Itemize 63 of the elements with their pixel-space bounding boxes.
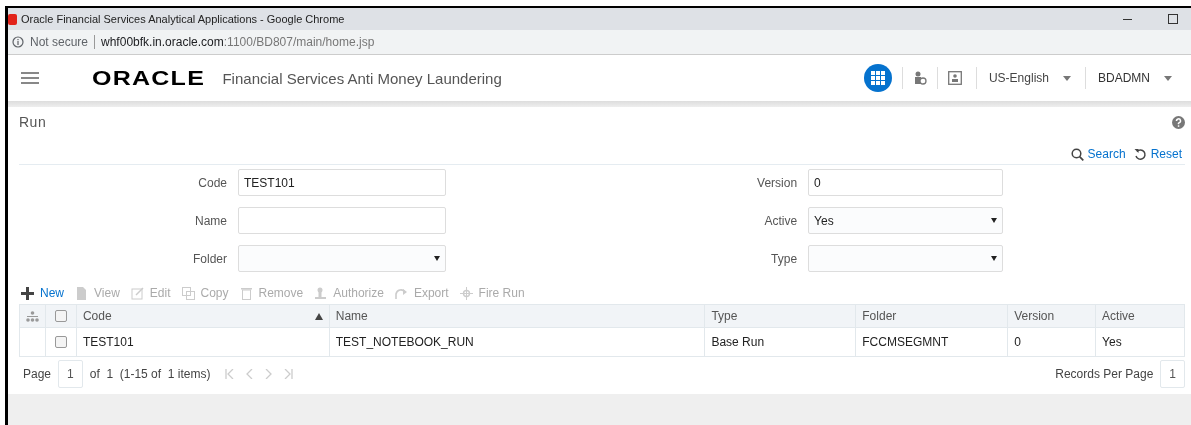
new-icon	[21, 286, 34, 300]
search-icon	[1070, 147, 1084, 161]
table-cell: TEST_NOTEBOOK_RUN	[329, 328, 706, 356]
last-page-icon[interactable]	[284, 369, 294, 379]
table-cell: Base Run	[705, 328, 857, 356]
export-icon	[394, 286, 408, 300]
next-page-icon[interactable]	[265, 369, 273, 379]
page-summary: of 1 (1-15 of 1 items)	[89, 367, 211, 381]
column-header[interactable]: Folder	[856, 305, 1009, 327]
remove-icon	[239, 286, 253, 300]
field-label: Type	[770, 251, 798, 266]
language-dropdown[interactable]: US-English	[988, 71, 1071, 85]
field-label: Version	[756, 175, 798, 190]
page-title: Run	[19, 114, 47, 130]
select-all-checkbox[interactable]	[54, 310, 67, 322]
table-cell: 0	[1008, 328, 1097, 356]
field-label: Folder	[192, 251, 227, 266]
table-cell: FCCMSEGMNT	[856, 328, 1009, 356]
app-grid-icon[interactable]	[863, 64, 892, 92]
select-field[interactable]: Yes	[808, 207, 1003, 234]
table-cell-text: Yes	[1101, 334, 1123, 351]
records-per-page-label: Records Per Page	[1055, 367, 1154, 381]
copy-icon	[181, 286, 195, 300]
select-field[interactable]	[238, 245, 446, 272]
reset-icon	[1133, 147, 1147, 161]
info-icon	[12, 36, 24, 48]
records-per-page-field[interactable]: 1	[1160, 360, 1185, 388]
page-label: Page	[23, 367, 52, 381]
row-checkbox[interactable]	[54, 336, 67, 348]
column-header[interactable]: Name	[329, 305, 706, 327]
authorize-icon	[314, 286, 328, 300]
column-header[interactable]: Type	[705, 305, 857, 327]
field-label: Name	[194, 213, 227, 228]
new-button[interactable]: New	[21, 286, 64, 300]
view-icon	[75, 286, 88, 300]
column-header[interactable]: Active	[1096, 305, 1185, 327]
browser-favicon-icon	[8, 13, 17, 25]
select-field[interactable]	[808, 245, 1003, 272]
user-settings-icon[interactable]	[912, 71, 927, 85]
address-bar[interactable]: whf00bfk.in.oracle.com:1100/BD807/main/home.jsp	[101, 35, 375, 49]
security-label: Not secure	[30, 35, 89, 49]
previous-page-icon[interactable]	[246, 369, 254, 379]
product-title: Financial Services Anti Money Laundering	[222, 69, 502, 87]
oracle-logo: ORACLE	[92, 66, 206, 90]
table-cell: TEST101	[76, 328, 330, 356]
search-link[interactable]: Search	[1070, 147, 1126, 161]
column-header[interactable]: Code	[76, 305, 330, 327]
help-icon[interactable]	[1172, 115, 1185, 129]
window-title: Oracle Financial Services Analytical Applications - Google Chrome	[21, 13, 345, 25]
field-label: Active	[763, 213, 798, 228]
page-number-field[interactable]: 1	[58, 360, 83, 388]
reset-link[interactable]: Reset	[1133, 147, 1182, 161]
user-menu[interactable]: BDADMN	[1098, 71, 1172, 85]
text-field[interactable]: TEST101	[238, 169, 446, 196]
first-page-icon[interactable]	[225, 369, 235, 379]
text-field[interactable]: 0	[808, 169, 1003, 196]
column-header[interactable]: Version	[1008, 305, 1097, 327]
menu-icon[interactable]	[21, 71, 39, 85]
field-label: Code	[197, 175, 227, 190]
contact-card-icon[interactable]	[947, 71, 962, 85]
edit-icon	[130, 286, 144, 300]
hierarchy-icon[interactable]	[26, 310, 39, 322]
text-field[interactable]	[238, 207, 446, 234]
